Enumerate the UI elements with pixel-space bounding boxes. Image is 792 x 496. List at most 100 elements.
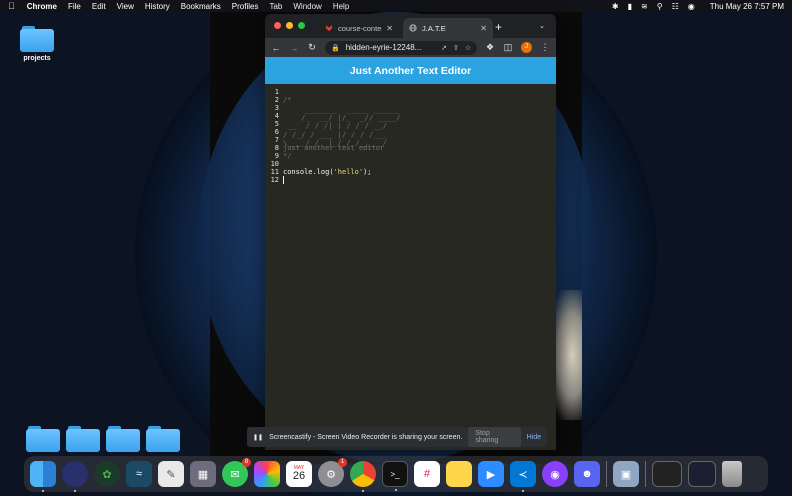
line-number: 6 <box>274 128 279 136</box>
forward-button[interactable]: → <box>289 43 299 53</box>
menu-bar:  Chrome File Edit View History Bookmark… <box>0 0 792 12</box>
notification-badge: 8 <box>242 458 251 467</box>
line-number: 5 <box>274 120 279 128</box>
menu-app-name[interactable]: Chrome <box>27 2 57 11</box>
code-editor[interactable]: 1 2 3 4 5 6 7 8 9 10 11 12 /* _______ __… <box>265 84 556 450</box>
menu-bookmarks[interactable]: Bookmarks <box>181 2 221 11</box>
line-number: 7 <box>274 136 279 144</box>
url-text[interactable]: hidden-eyrie-12248... <box>346 43 435 52</box>
desktop-folder-stack <box>26 426 180 452</box>
open-external-icon[interactable]: ↗ <box>441 44 447 52</box>
close-tab-icon[interactable]: ✕ <box>480 24 487 33</box>
menu-history[interactable]: History <box>145 2 170 11</box>
wifi-icon[interactable]: ≋ <box>641 2 648 11</box>
siri-icon[interactable]: ◉ <box>688 2 695 11</box>
menu-profiles[interactable]: Profiles <box>232 2 259 11</box>
address-bar[interactable]: 🔒 hidden-eyrie-12248... ↗ ⇧ ☆ <box>325 40 477 55</box>
launchpad-icon[interactable]: ▦ <box>190 461 216 487</box>
reload-button[interactable]: ↻ <box>307 42 317 53</box>
profile-avatar[interactable]: J <box>521 42 532 53</box>
slack-icon[interactable]: # <box>414 461 440 487</box>
apple-icon[interactable]:  <box>8 1 15 11</box>
menu-help[interactable]: Help <box>333 2 349 11</box>
finder-icon[interactable] <box>30 461 56 492</box>
hide-button[interactable]: Hide <box>527 434 541 441</box>
ascii-art-logo: _______ _____ ______ /_ __/ |/_ _// ____… <box>283 105 401 147</box>
line-number: 3 <box>274 104 279 112</box>
notes-icon[interactable] <box>446 461 472 487</box>
textedit-icon[interactable]: ✎ <box>158 461 184 487</box>
mysql-workbench-icon[interactable]: ≈ <box>126 461 152 487</box>
spotlight-icon[interactable]: ⚲ <box>657 2 663 11</box>
battery-icon[interactable]: ▮ <box>628 2 632 11</box>
line-number: 4 <box>274 112 279 120</box>
zoom-window-button[interactable] <box>298 22 305 29</box>
share-icon[interactable]: ⇧ <box>453 44 459 52</box>
github-desktop-icon[interactable]: ◉ <box>542 461 568 487</box>
browser-menu-icon[interactable]: ⋮ <box>540 42 550 53</box>
line-number: 1 <box>274 88 279 96</box>
sidebar-icon[interactable]: ◫ <box>503 42 513 53</box>
menu-file[interactable]: File <box>68 2 81 11</box>
app-title: Just Another Text Editor <box>265 57 556 84</box>
menu-tab[interactable]: Tab <box>269 2 282 11</box>
folder-icon[interactable] <box>146 426 180 452</box>
line-number: 11 <box>270 168 279 176</box>
sharing-message: Screencastify - Screen Video Recorder is… <box>269 433 463 441</box>
folder-icon[interactable] <box>26 426 60 452</box>
tab-search-icon[interactable]: ⌄ <box>539 22 545 30</box>
code-comment-open: /* <box>283 96 292 104</box>
tab-course-content[interactable]: course-content ✕ <box>319 18 399 38</box>
menu-clock[interactable]: Thu May 26 7:57 PM <box>710 2 784 11</box>
calendar-icon[interactable]: MAY 26 <box>286 461 312 487</box>
code-comment-text: just another text editor <box>283 144 385 152</box>
mongodb-icon[interactable]: ✿ <box>94 461 120 487</box>
discord-icon[interactable]: ☻ <box>574 461 600 487</box>
photos-icon[interactable] <box>254 461 280 487</box>
menu-window[interactable]: Window <box>293 2 321 11</box>
system-preferences-icon[interactable]: ⚙ 1 <box>318 458 347 487</box>
window-controls <box>274 22 305 29</box>
minimized-window-terminal[interactable] <box>652 461 682 487</box>
pause-icon: ❚❚ <box>253 434 264 441</box>
folder-icon[interactable] <box>106 426 140 452</box>
stop-sharing-button[interactable]: Stop sharing <box>468 427 521 447</box>
calendar-day: 26 <box>292 470 306 482</box>
close-window-button[interactable] <box>274 22 281 29</box>
terminal-icon[interactable]: >_ <box>382 461 408 491</box>
lock-icon[interactable]: 🔒 <box>331 44 340 52</box>
tab-title: J.A.T.E <box>422 23 446 33</box>
minimize-window-button[interactable] <box>286 22 293 29</box>
preview-icon[interactable]: ▣ <box>613 461 639 487</box>
notification-badge: 1 <box>338 458 347 467</box>
extensions-icon[interactable]: ❖ <box>485 42 495 53</box>
line-number: 12 <box>270 176 279 184</box>
vscode-icon[interactable]: ≺ <box>510 461 536 492</box>
browser-window: course-content ✕ J.A.T.E ✕ + ⌄ ← → ↻ 🔒 h… <box>265 14 556 450</box>
trash-icon[interactable] <box>722 461 742 487</box>
chrome-icon[interactable] <box>350 461 376 492</box>
control-center-icon[interactable]: ☷ <box>672 2 679 11</box>
zoom-icon[interactable]: ▶ <box>478 461 504 487</box>
text-cursor <box>283 176 284 184</box>
bluetooth-icon[interactable]: ✱ <box>612 2 619 11</box>
new-tab-button[interactable]: + <box>495 20 502 34</box>
app-icon-moon[interactable] <box>62 461 88 492</box>
minimized-window-screenshot[interactable] <box>688 461 716 487</box>
bookmark-star-icon[interactable]: ☆ <box>465 44 471 52</box>
folder-icon[interactable] <box>66 426 100 452</box>
code-console-log: console.log('hello'); <box>283 168 372 176</box>
tab-title: course-content <box>338 23 382 33</box>
code-call: console.log( <box>283 168 334 176</box>
desktop-folder-projects[interactable]: projects <box>18 26 56 62</box>
messages-icon[interactable]: ✉ 8 <box>222 458 251 487</box>
back-button[interactable]: ← <box>271 43 281 53</box>
line-number: 10 <box>270 160 279 168</box>
dock-separator <box>606 461 607 487</box>
close-tab-icon[interactable]: ✕ <box>386 24 393 33</box>
menu-view[interactable]: View <box>117 2 134 11</box>
code-call-end: ); <box>363 168 372 176</box>
tab-jate[interactable]: J.A.T.E ✕ <box>403 18 493 38</box>
dock: ✿ ≈ ✎ ▦ ✉ 8 MAY 26 ⚙ 1 >_ # ▶ ≺ ◉ ☻ ▣ <box>24 456 768 492</box>
menu-edit[interactable]: Edit <box>92 2 106 11</box>
